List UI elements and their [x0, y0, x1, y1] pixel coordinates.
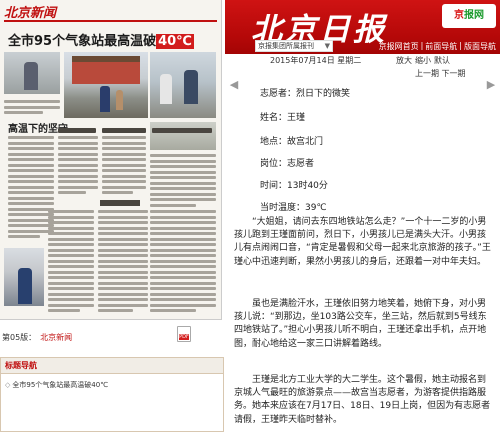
article-paragraph: 王瑾是北方工业大学的大二学生。这个暑假，她主动报名到京城人气最旺的旅游景点——故…: [234, 375, 491, 425]
article-text-block[interactable]: [4, 100, 60, 117]
article-field-temperature: 当时温度：39℃: [260, 203, 327, 213]
article-field-name: 姓名：王瑾: [260, 113, 306, 123]
zoom-toolbar: 放大 缩小 默认: [396, 55, 450, 66]
pdf-download-icon[interactable]: [177, 326, 191, 342]
subheading-bar: [152, 128, 212, 133]
issue-date: 2015年07月14日 星期二: [270, 56, 362, 65]
nav-separator: |: [420, 41, 424, 50]
issue-pager: 上一期 下一期: [415, 68, 466, 79]
site-header: 北京日报 京报网 京报集团所属报刊 ▼ 京报网首页 | 前面导航 | 版面导航: [225, 0, 500, 54]
article-text-block[interactable]: [58, 136, 98, 197]
zoom-out-button[interactable]: 缩小: [415, 55, 431, 66]
article-paragraph: “大姐姐，请问去东四地铁站怎么走？”一个十一二岁的小男孩儿跑到王瑾面前问，烈日下…: [234, 217, 491, 267]
photo-volunteer-left[interactable]: [4, 52, 60, 94]
title-navigation-heading: 标题导航: [1, 358, 223, 374]
article-text-block[interactable]: [102, 136, 146, 197]
header-nav-links: 京报网首页 | 前面导航 | 版面导航: [379, 41, 496, 52]
article-field-title: 志愿者：烈日下的微笑: [260, 89, 351, 99]
article-text-block[interactable]: [98, 210, 148, 315]
article-text-block[interactable]: [150, 154, 216, 209]
title-navigation-item[interactable]: ◇ 全市95个气象站最高温破40℃: [1, 374, 223, 390]
paper-section-masthead: 北京新闻: [4, 6, 57, 21]
section-label-value[interactable]: 北京新闻: [40, 332, 72, 343]
masthead-rule: [4, 20, 217, 22]
logo-text-2: 报网: [464, 10, 484, 21]
article-field-position: 岗位：志愿者: [260, 159, 315, 169]
chevron-down-icon: ▼: [324, 42, 330, 50]
site-select-value: 京报集团所属报刊: [258, 42, 314, 50]
subheading-bar: [58, 128, 96, 133]
paper-headline-temp: 40℃: [156, 34, 194, 49]
paper-headline-text: 全市95个气象站最高温破: [8, 34, 157, 49]
photo-right-volunteers[interactable]: [150, 52, 216, 118]
photo-square-worker[interactable]: [64, 52, 148, 118]
next-page-arrow-icon[interactable]: ▶: [485, 78, 497, 92]
newspaper-page-thumbnail[interactable]: 北京新闻 全市95个气象站最高温破 40℃ 高温下的坚守: [0, 0, 222, 320]
article-text-block[interactable]: [150, 210, 216, 315]
nav-separator: |: [459, 41, 462, 50]
article-text-block[interactable]: [48, 210, 94, 315]
subheading-bar: [102, 128, 146, 133]
previous-page-arrow-icon[interactable]: ◀: [228, 78, 240, 92]
logo-text-1: 京: [454, 10, 464, 21]
article-paragraph: 虽也是满脸汗水，王瑾依旧努力地笑着，她俯下身，对小男孩儿说：“到那边，坐103路…: [234, 299, 487, 349]
zoom-in-button[interactable]: 放大: [396, 55, 412, 66]
previous-issue-link[interactable]: 上一期: [415, 69, 439, 78]
nav-link-previous[interactable]: 前面导航: [425, 41, 457, 52]
title-navigation-box: 标题导航 ◇ 全市95个气象站最高温破40℃: [0, 357, 224, 432]
article-field-time: 时间：13时40分: [260, 181, 328, 191]
bullet-icon: ◇: [5, 381, 11, 389]
photo-police-officer[interactable]: [4, 248, 44, 306]
zoom-default-button[interactable]: 默认: [434, 55, 450, 66]
title-navigation-item-label: 全市95个气象站最高温破40℃: [12, 381, 109, 389]
site-select-dropdown[interactable]: 京报集团所属报刊 ▼: [255, 40, 333, 52]
header-nav-bar: 京报集团所属报刊 ▼ 京报网首页 | 前面导航 | 版面导航: [225, 38, 500, 54]
photo-small[interactable]: [150, 122, 216, 150]
paper-headline[interactable]: 全市95个气象站最高温破 40℃: [8, 30, 194, 49]
section-label-prefix: 第05版：: [2, 333, 37, 342]
subheading-bar: [100, 200, 140, 206]
nav-link-home[interactable]: 京报网首页: [379, 41, 419, 52]
next-issue-link[interactable]: 下一期: [442, 69, 466, 78]
nav-link-page-navigation[interactable]: 版面导航: [464, 41, 496, 52]
article-field-location: 地点：故宫北门: [260, 137, 324, 147]
beijing-daily-logo-icon[interactable]: 京报网: [442, 4, 496, 28]
page-section-label: 第05版： 北京新闻: [2, 332, 72, 343]
